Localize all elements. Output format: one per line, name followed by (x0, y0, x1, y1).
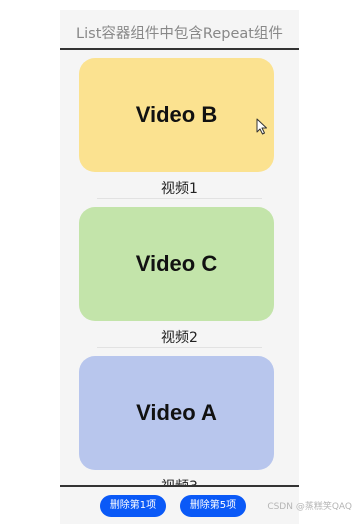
video-list[interactable]: Video B 视频1 Video C 视频2 Video A 视频3 (60, 50, 299, 485)
screen: List容器组件中包含Repeat组件 Video B 视频1 Video C … (0, 0, 358, 524)
video-caption: 视频2 (161, 330, 198, 346)
video-card-label: Video B (135, 102, 218, 127)
video-card-label: Video C (135, 251, 218, 276)
list-item[interactable]: Video A 视频3 (60, 348, 299, 485)
delete-first-item-button[interactable]: 删除第1项 (100, 495, 166, 517)
video-caption: 视频3 (60, 476, 299, 485)
video-card[interactable]: Video C (79, 207, 274, 321)
mouse-pointer-icon (256, 118, 267, 135)
device-screen: List容器组件中包含Repeat组件 Video B 视频1 Video C … (60, 10, 299, 524)
video-caption: 视频1 (161, 181, 198, 197)
delete-fifth-item-button[interactable]: 删除第5项 (180, 495, 246, 517)
watermark: CSDN @蒸糕笑QAQ (267, 502, 352, 512)
page-title: List容器组件中包含Repeat组件 (76, 26, 283, 42)
video-card-label: Video A (136, 400, 217, 425)
video-card[interactable]: Video B (79, 58, 274, 172)
list-bottom-divider (60, 485, 299, 487)
video-card[interactable]: Video A (79, 356, 274, 470)
list-item[interactable]: Video C 视频2 (60, 199, 299, 348)
